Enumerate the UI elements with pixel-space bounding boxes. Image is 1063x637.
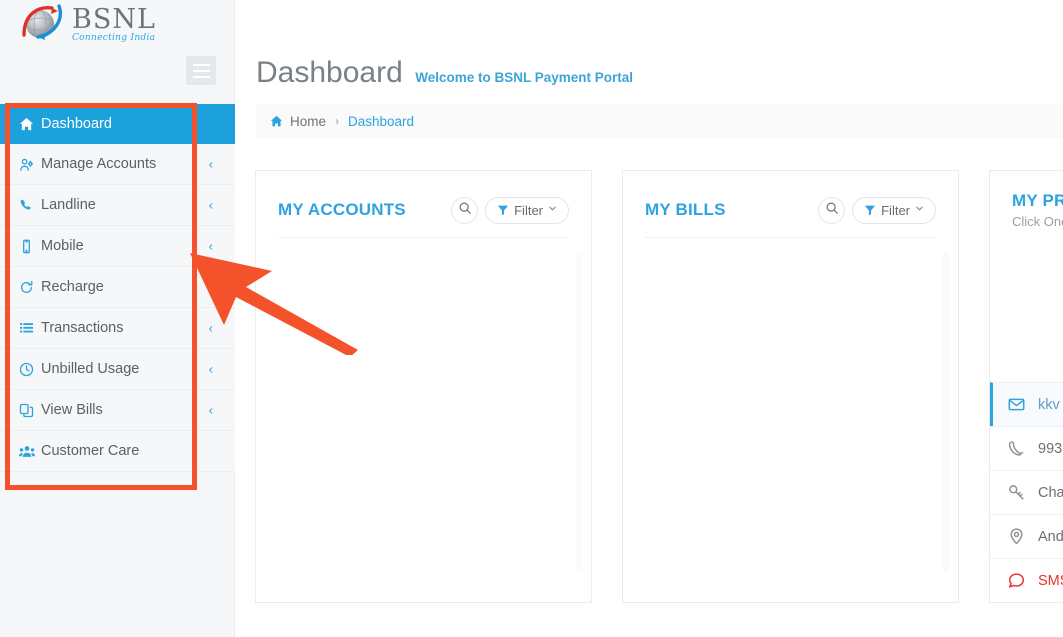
- sidebar-item-unbilled-usage[interactable]: Unbilled Usage ‹: [0, 349, 235, 390]
- sidebar-item-dashboard[interactable]: Dashboard: [0, 104, 235, 144]
- card-filter-label: Filter: [881, 202, 910, 218]
- main-content: Dashboard Welcome to BSNL Payment Portal…: [235, 0, 1063, 637]
- chevron-left-icon: ‹: [208, 156, 213, 172]
- profile-row[interactable]: SMS: [990, 558, 1063, 602]
- profile-row-label: 993: [1038, 440, 1063, 457]
- profile-row[interactable]: kkv: [990, 382, 1063, 426]
- chevron-left-icon: ‹: [208, 361, 213, 377]
- card-filter-button[interactable]: Filter: [852, 196, 936, 224]
- funnel-icon: [497, 204, 509, 216]
- profile-list: kkv 993 Cha And SMS: [990, 382, 1063, 602]
- copy-files-icon: [19, 403, 41, 418]
- chat-bubble-icon: [1008, 572, 1038, 589]
- hamburger-icon-line: [192, 69, 210, 72]
- sidebar-menu: Dashboard Manage Accounts ‹ Landline ‹ Mobile…: [0, 104, 235, 472]
- list-icon: [19, 321, 41, 336]
- profile-row[interactable]: Cha: [990, 470, 1063, 514]
- card-title: MY BILLS: [645, 200, 726, 219]
- card-scrollbar[interactable]: [943, 252, 949, 572]
- sidebar-item-recharge[interactable]: Recharge: [0, 267, 235, 308]
- chevron-left-icon: ‹: [208, 320, 213, 336]
- people-icon: [19, 444, 41, 459]
- card-body: [623, 238, 958, 578]
- home-icon: [270, 115, 283, 128]
- funnel-icon: [864, 204, 876, 216]
- chevron-left-icon: ‹: [208, 197, 213, 213]
- refresh-icon: [19, 280, 41, 295]
- profile-row-label: SMS: [1038, 572, 1063, 589]
- card-tools: Filter: [818, 196, 936, 224]
- search-icon: [458, 201, 472, 220]
- breadcrumb-current: Dashboard: [348, 113, 415, 129]
- phone-icon: [19, 198, 41, 213]
- card-tools: Filter: [451, 196, 569, 224]
- sidebar-item-label: Landline: [41, 197, 96, 213]
- hamburger-icon-line: [192, 75, 210, 78]
- dashboard-cards: MY ACCOUNTS Filter MY BILLS Filter MY PROFIL…: [255, 170, 1063, 603]
- card-search-button[interactable]: [451, 196, 479, 224]
- card-body: [256, 238, 591, 578]
- sidebar-item-label: Manage Accounts: [41, 156, 157, 172]
- search-icon: [825, 201, 839, 220]
- sidebar-item-transactions[interactable]: Transactions ‹: [0, 308, 235, 349]
- card-title: MY ACCOUNTS: [278, 200, 406, 219]
- clock-icon: [19, 362, 41, 377]
- chevron-down-icon: [548, 204, 557, 216]
- envelope-icon: [1008, 396, 1038, 413]
- profile-row[interactable]: 993: [990, 426, 1063, 470]
- chevron-left-icon: ‹: [208, 238, 213, 254]
- profile-row-label: Cha: [1038, 484, 1063, 501]
- page-header: Dashboard Welcome to BSNL Payment Portal: [235, 0, 1063, 90]
- page-subtitle: Welcome to BSNL Payment Portal: [415, 70, 634, 85]
- home-icon: [19, 117, 41, 132]
- breadcrumb-home-link[interactable]: Home: [290, 114, 326, 129]
- sidebar: BSNL Connecting India Dashboard Manage Ac…: [0, 0, 257, 637]
- card-my-accounts: MY ACCOUNTS Filter: [255, 170, 592, 603]
- sidebar-item-mobile[interactable]: Mobile ‹: [0, 226, 235, 267]
- sidebar-item-customer-care[interactable]: Customer Care: [0, 431, 235, 472]
- brand-logo-area[interactable]: BSNL Connecting India: [0, 0, 235, 46]
- breadcrumb: Home › Dashboard: [256, 104, 1063, 138]
- sidebar-item-label: View Bills: [41, 402, 103, 418]
- card-my-profile: MY PROFILE Click One kkv 993 Cha And SMS: [989, 170, 1063, 603]
- card-header: MY BILLS Filter: [623, 171, 958, 229]
- chevron-left-icon: ‹: [208, 402, 213, 418]
- sidebar-item-label: Customer Care: [41, 443, 140, 459]
- key-icon: [1008, 484, 1038, 501]
- brand-tagline: Connecting India: [72, 32, 156, 43]
- card-header: MY PROFILE Click One: [990, 171, 1063, 229]
- location-pin-icon: [1008, 528, 1038, 545]
- card-my-bills: MY BILLS Filter: [622, 170, 959, 603]
- card-filter-button[interactable]: Filter: [485, 196, 569, 224]
- card-filter-label: Filter: [514, 202, 543, 218]
- hamburger-icon-line: [192, 63, 210, 66]
- breadcrumb-separator: ›: [335, 114, 340, 128]
- users-gear-icon: [19, 157, 41, 172]
- bsnl-globe-arrow-logo: [22, 4, 62, 40]
- brand-name: BSNL: [72, 3, 156, 35]
- card-scrollbar[interactable]: [576, 252, 582, 572]
- mobile-icon: [19, 239, 41, 254]
- phone-handset-icon: [1008, 440, 1038, 457]
- sidebar-item-label: Mobile: [41, 238, 84, 254]
- sidebar-item-manage-accounts[interactable]: Manage Accounts ‹: [0, 144, 235, 185]
- sidebar-item-view-bills[interactable]: View Bills ‹: [0, 390, 235, 431]
- sidebar-item-label: Transactions: [41, 320, 124, 336]
- sidebar-toggle-button[interactable]: [186, 56, 216, 85]
- sidebar-item-landline[interactable]: Landline ‹: [0, 185, 235, 226]
- card-subtitle: Click One: [1012, 214, 1063, 229]
- profile-row-label: kkv: [1038, 396, 1060, 413]
- sidebar-item-label: Dashboard: [41, 116, 112, 132]
- sidebar-item-label: Unbilled Usage: [41, 361, 140, 377]
- card-title: MY PROFILE: [1012, 191, 1063, 210]
- app-root: BSNL Connecting India Dashboard Manage Ac…: [0, 0, 1063, 637]
- chevron-down-icon: [915, 204, 924, 216]
- card-header: MY ACCOUNTS Filter: [256, 171, 591, 229]
- profile-row-label: And: [1038, 528, 1063, 545]
- profile-row[interactable]: And: [990, 514, 1063, 558]
- page-title: Dashboard: [256, 56, 403, 89]
- card-search-button[interactable]: [818, 196, 846, 224]
- sidebar-item-label: Recharge: [41, 279, 104, 295]
